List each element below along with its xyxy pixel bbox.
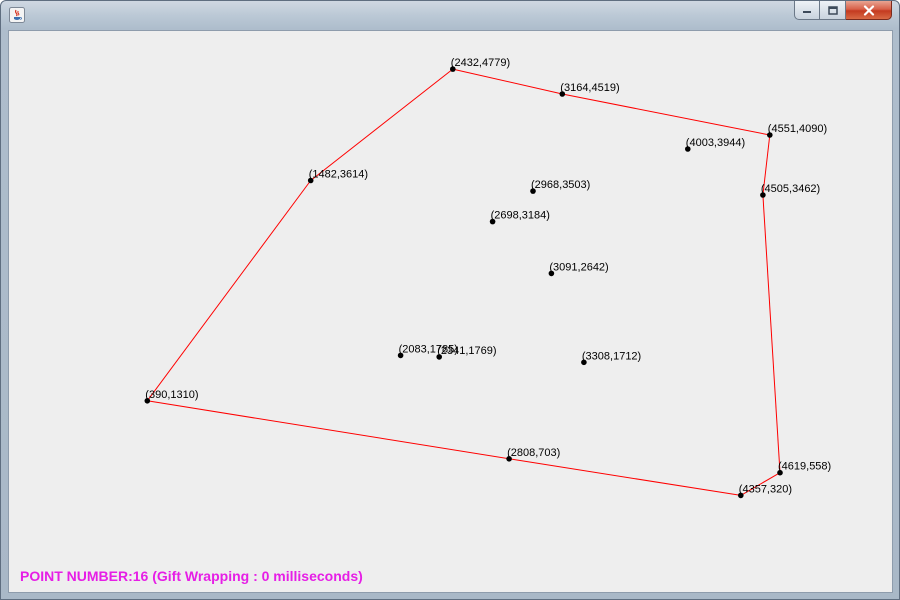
point-label: (2432,4779) [451, 57, 510, 69]
point-label: (4505,3462) [761, 183, 820, 195]
maximize-icon [827, 5, 838, 15]
point-set: (2432,4779) (3164,4519) (4551,4090) (4003,3… [144, 57, 831, 499]
point-label: (2341,1769) [437, 345, 496, 357]
minimize-icon [803, 11, 811, 13]
status-text: POINT NUMBER:16 (Gift Wrapping : 0 milli… [20, 568, 363, 584]
point-label: (2698,3184) [491, 210, 550, 222]
point-label: (2968,3503) [531, 179, 590, 191]
point-label: (390,1310) [145, 389, 198, 401]
hull-edge [562, 93, 770, 136]
close-icon [863, 4, 874, 16]
title-bar[interactable] [1, 1, 899, 29]
hull-edge [452, 68, 563, 95]
point-label: (3164,4519) [560, 82, 619, 94]
point-label: (4551,4090) [768, 123, 827, 135]
java-cup-icon[interactable] [9, 7, 25, 23]
point-label: (1482,3614) [309, 169, 368, 181]
minimize-button[interactable] [794, 1, 820, 20]
point-label: (4357,320) [739, 483, 792, 495]
hull-edge [762, 194, 781, 473]
hull-edge [146, 180, 312, 402]
maximize-button[interactable] [820, 1, 846, 20]
drawing-panel: (2432,4779) (3164,4519) (4551,4090) (4003,3… [8, 30, 893, 593]
point-canvas: (2432,4779) (3164,4519) (4551,4090) (4003,3… [144, 57, 831, 499]
hull-edge [310, 68, 454, 181]
point-label: (2808,703) [507, 447, 560, 459]
point-label: (3091,2642) [549, 261, 608, 273]
hull-edge [147, 400, 510, 460]
app-window: (2432,4779) (3164,4519) (4551,4090) (4003,3… [0, 0, 900, 600]
convex-hull [146, 68, 781, 496]
point-label: (4003,3944) [686, 137, 745, 149]
point-label: (3308,1712) [582, 350, 641, 362]
close-button[interactable] [846, 1, 892, 20]
caption-buttons [794, 1, 892, 21]
hull-edge [509, 458, 741, 496]
point-label: (4619,558) [778, 461, 831, 473]
